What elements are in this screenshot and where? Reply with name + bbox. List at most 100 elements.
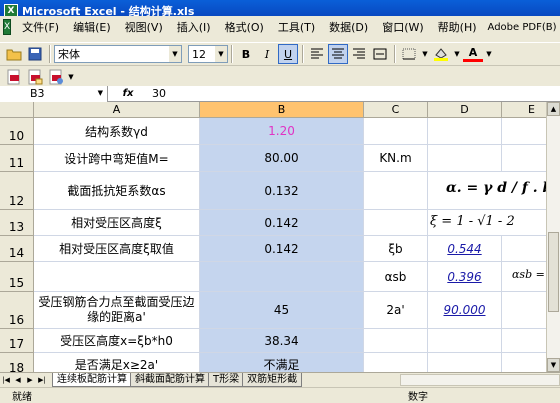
align-right-icon[interactable] (349, 44, 369, 64)
cell-b16[interactable]: 45 (200, 292, 364, 329)
cell-e14[interactable] (502, 236, 546, 262)
tab-continuous-slab[interactable]: 连续板配筋计算 (52, 373, 132, 387)
chevron-down-icon[interactable]: ▼ (452, 44, 462, 64)
font-color-button[interactable]: A (463, 46, 483, 62)
fx-icon[interactable]: fx (108, 88, 148, 99)
cell-c11[interactable]: KN.m (364, 145, 428, 172)
chevron-down-icon[interactable]: ▼ (420, 44, 430, 64)
row-header[interactable]: 15 (0, 262, 34, 292)
menu-insert[interactable]: 插入(I) (170, 19, 218, 35)
menu-format[interactable]: 格式(O) (218, 19, 271, 35)
cell-e16[interactable] (502, 292, 546, 329)
row-header[interactable]: 10 (0, 118, 34, 145)
row-header[interactable]: 18 (0, 353, 34, 372)
column-header-a[interactable]: A (34, 102, 200, 118)
cell-b10[interactable]: 1.20 (200, 118, 364, 145)
column-header-d[interactable]: D (428, 102, 502, 118)
menu-edit[interactable]: 编辑(E) (66, 19, 118, 35)
cell-b17[interactable]: 38.34 (200, 329, 364, 353)
cell-a14[interactable]: 相对受压区高度ξ取值 (34, 236, 200, 262)
row-header[interactable]: 12 (0, 172, 34, 210)
horizontal-scrollbar[interactable] (400, 374, 560, 386)
cell-e11[interactable] (502, 145, 546, 172)
menu-adobe-pdf[interactable]: Adobe PDF(B) (484, 22, 560, 33)
menu-help[interactable]: 帮助(H) (431, 19, 484, 35)
cell-a13[interactable]: 相对受压区高度ξ (34, 210, 200, 236)
vertical-scrollbar[interactable]: ▲ ▼ (546, 102, 560, 372)
tab-double-rect[interactable]: 双筋矩形截 (242, 373, 303, 387)
pdf-email-icon[interactable] (25, 67, 45, 87)
font-name-combo[interactable]: 宋体 ▼ (54, 45, 182, 63)
formula-input[interactable]: 30 (148, 87, 166, 100)
scroll-up-icon[interactable]: ▲ (547, 102, 560, 116)
align-left-icon[interactable] (307, 44, 327, 64)
name-box[interactable]: B3 ▼ (0, 85, 108, 102)
column-header-c[interactable]: C (364, 102, 428, 118)
italic-button[interactable]: I (257, 44, 277, 64)
cell-c10[interactable] (364, 118, 428, 145)
cell-a16[interactable]: 受压钢筋合力点至截面受压边缘的距离a' (34, 292, 200, 329)
cell-b14[interactable]: 0.142 (200, 236, 364, 262)
chevron-down-icon[interactable]: ▼ (484, 44, 494, 64)
cell-a12[interactable]: 截面抵抗矩系数αs (34, 172, 200, 210)
tab-t-beam[interactable]: T形梁 (208, 373, 245, 387)
open-folder-icon[interactable] (4, 44, 24, 64)
cell-e10[interactable] (502, 118, 546, 145)
chevron-down-icon[interactable]: ▼ (67, 67, 75, 87)
menu-file[interactable]: 文件(F) (15, 19, 66, 35)
chevron-down-icon[interactable]: ▼ (169, 46, 181, 62)
cell-b12[interactable]: 0.132 (200, 172, 364, 210)
cell-a10[interactable]: 结构系数γd (34, 118, 200, 145)
cell-a17[interactable]: 受压区高度x=ξb*h0 (34, 329, 200, 353)
cell-a11[interactable]: 设计跨中弯矩值M= (34, 145, 200, 172)
cell-d11[interactable] (428, 145, 502, 172)
next-sheet-icon[interactable]: ▶ (24, 376, 36, 384)
row-header[interactable]: 16 (0, 292, 34, 329)
underline-button[interactable]: U (278, 44, 298, 64)
cell-d16[interactable]: 90.000 (428, 292, 502, 329)
cell-c16[interactable]: 2a' (364, 292, 428, 329)
pdf-convert-icon[interactable] (4, 67, 24, 87)
column-header-e[interactable]: E (502, 102, 546, 118)
save-icon[interactable] (25, 44, 45, 64)
workbook-icon[interactable]: X (3, 19, 12, 35)
cell-c18[interactable] (364, 353, 428, 372)
menu-view[interactable]: 视图(V) (118, 19, 170, 35)
cell-c13[interactable] (364, 210, 428, 236)
pdf-review-icon[interactable] (46, 67, 66, 87)
menu-window[interactable]: 窗口(W) (375, 19, 430, 35)
cell-d14[interactable]: 0.544 (428, 236, 502, 262)
scroll-thumb[interactable] (548, 232, 559, 312)
select-all-corner[interactable] (0, 102, 34, 118)
menu-tools[interactable]: 工具(T) (271, 19, 322, 35)
scroll-down-icon[interactable]: ▼ (547, 358, 560, 372)
menu-data[interactable]: 数据(D) (322, 19, 375, 35)
row-header[interactable]: 11 (0, 145, 34, 172)
cell-a18[interactable]: 是否满足x≥2a' (34, 353, 200, 372)
chevron-down-icon[interactable]: ▼ (215, 46, 227, 62)
cell-c14[interactable]: ξb (364, 236, 428, 262)
cell-c17[interactable] (364, 329, 428, 353)
font-size-combo[interactable]: 12 ▼ (188, 45, 228, 63)
cell-b15[interactable] (200, 262, 364, 292)
tab-oblique-section[interactable]: 斜截面配筋计算 (130, 373, 210, 387)
cell-a15[interactable] (34, 262, 200, 292)
cell-d17[interactable] (428, 329, 502, 353)
prev-sheet-icon[interactable]: ◀ (12, 376, 24, 384)
cell-e17[interactable] (502, 329, 546, 353)
cell-e18[interactable] (502, 353, 546, 372)
borders-icon[interactable] (399, 44, 419, 64)
fill-color-icon[interactable] (431, 44, 451, 64)
cell-d15[interactable]: 0.396 (428, 262, 502, 292)
row-header[interactable]: 17 (0, 329, 34, 353)
first-sheet-icon[interactable]: |◀ (0, 376, 12, 384)
last-sheet-icon[interactable]: ▶| (36, 376, 48, 384)
align-center-icon[interactable] (328, 44, 348, 64)
cell-b13[interactable]: 0.142 (200, 210, 364, 236)
bold-button[interactable]: B (236, 44, 256, 64)
chevron-down-icon[interactable]: ▼ (98, 86, 103, 101)
column-header-b[interactable]: B (200, 102, 364, 118)
cell-d10[interactable] (428, 118, 502, 145)
cell-c12[interactable] (364, 172, 428, 210)
row-header[interactable]: 13 (0, 210, 34, 236)
